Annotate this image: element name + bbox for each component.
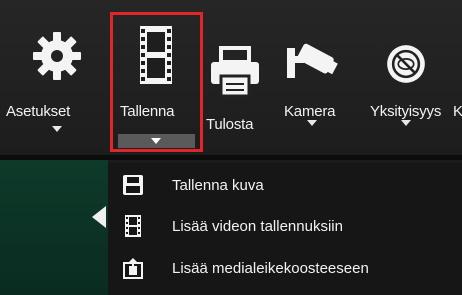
menu-label-add-to-media-clip: Lisää medialeikekoosteeseen [172, 259, 369, 277]
chevron-down-icon [401, 120, 411, 126]
security-camera-icon [287, 43, 338, 78]
toolbar-item-kamera[interactable]: Kamera [282, 0, 346, 155]
film-strip-icon [125, 215, 141, 237]
toolbar-item-tulosta[interactable]: Tulosta [203, 0, 267, 155]
chevron-down-icon [52, 126, 62, 132]
toolbar-label-kamera: Kamera [284, 103, 336, 120]
dropdown-open-indicator [118, 134, 195, 148]
toolbar-item-asetukset[interactable]: Asetukset [0, 0, 110, 155]
toolbar: Asetukset Tallenna Tulosta Kamera Yksity… [0, 0, 462, 155]
gear-icon [33, 32, 81, 80]
toolbar-label-tulosta: Tulosta [206, 116, 254, 133]
collapse-arrow-icon[interactable] [92, 206, 106, 228]
menu-label-save-image: Tallenna kuva [172, 176, 264, 194]
toolbar-item-truncated[interactable]: K [452, 0, 462, 155]
film-icon [140, 26, 172, 84]
toolbar-item-tallenna[interactable]: Tallenna [110, 0, 203, 155]
save-dropdown-menu: Tallenna kuva Lisää videon tallennuksiin… [108, 163, 462, 295]
floppy-disk-icon [123, 175, 143, 195]
printer-icon [211, 46, 259, 98]
menu-item-add-to-media-clip[interactable]: Lisää medialeikekoosteeseen [108, 251, 462, 285]
menu-item-save-image[interactable]: Tallenna kuva [108, 168, 462, 202]
media-clip-icon [123, 258, 143, 279]
toolbar-label-tallenna: Tallenna [120, 103, 175, 120]
privacy-icon [387, 45, 425, 83]
toolbar-item-yksityisyys[interactable]: Yksityisyys [365, 0, 455, 155]
menu-item-add-to-video-recordings[interactable]: Lisää videon tallennuksiin [108, 209, 462, 243]
chevron-down-icon [307, 120, 317, 126]
toolbar-label-yksityisyys: Yksityisyys [370, 103, 442, 120]
toolbar-label-truncated: K [453, 103, 462, 120]
toolbar-label-asetukset: Asetukset [6, 103, 71, 120]
menu-label-add-to-video-recordings: Lisää videon tallennuksiin [172, 217, 343, 235]
